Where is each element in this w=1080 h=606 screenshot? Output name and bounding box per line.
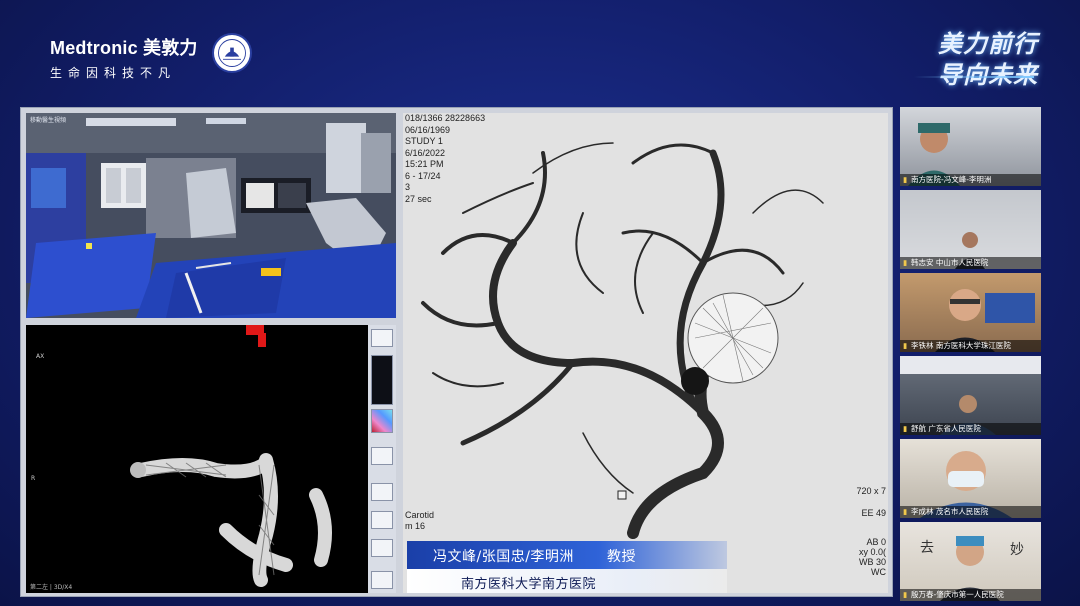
head-icon-button[interactable] <box>371 511 393 529</box>
participant-name: 李铁林 南方医科大学珠江医院 <box>911 341 1011 350</box>
svg-text:妙: 妙 <box>1010 542 1024 558</box>
dsa-meta-line: 15:21 PM <box>405 159 444 169</box>
participant-name-tag: ▮ 南方医院-冯文峰-李明洲 <box>900 174 1041 186</box>
dsa-window-line: AB 0 <box>866 537 886 547</box>
slogan-line-1: 美力前行 <box>938 30 1038 58</box>
participant-tile[interactable]: 去 妙 ▮ 殷万春-肇庆市第一人民医院 <box>900 522 1041 601</box>
dsa-patient-metadata: 018/1366 28228663 06/16/1969 STUDY 1 6/1… <box>405 113 485 205</box>
dsa-window-line: WC <box>871 567 886 577</box>
speaker-caption: 冯文峰/张国忠/李明洲 教授 南方医科大学南方医院 <box>407 541 727 593</box>
pin-icon: ▮ <box>903 341 908 350</box>
brand-name: Medtronic 美敦力 <box>50 38 198 58</box>
participant-name-tag: ▮ 韩志安 中山市人民医院 <box>900 257 1041 269</box>
participant-name-tag: ▮ 李铁林 南方医科大学珠江医院 <box>900 340 1041 352</box>
pin-icon: ▮ <box>903 258 908 267</box>
angiography-view[interactable]: 018/1366 28228663 06/16/1969 STUDY 1 6/1… <box>403 113 888 593</box>
participant-name: 舒航 广东省人民医院 <box>911 424 981 433</box>
main-video-frame: 移動醫生視頻 AX R 第二左 | 3D/X4 018/1366 2822866… <box>20 107 893 597</box>
speaker-names: 冯文峰/张国忠/李明洲 <box>433 549 574 565</box>
bulb-icon-button[interactable] <box>371 483 393 501</box>
participant-tile[interactable]: ▮ 李铁林 南方医科大学珠江医院 <box>900 273 1041 352</box>
dsa-ee-value: EE 49 <box>861 508 886 518</box>
operating-room-scene <box>26 113 396 318</box>
participant-name: 韩志安 中山市人民医院 <box>911 258 989 267</box>
dsa-meta-line: 06/16/1969 <box>405 124 451 135</box>
dsa-meta-line: 27 sec <box>405 193 432 204</box>
event-slogan: 美力前行 导向未来 <box>938 24 1038 90</box>
or-camera-label: 移動醫生視頻 <box>30 117 67 124</box>
view-cube-button[interactable] <box>371 329 393 347</box>
dsa-meta-line: 018/1366 28228663 <box>405 113 486 123</box>
participant-name-tag: ▮ 李成林 茂名市人民医院 <box>900 506 1041 518</box>
dsa-meta-line: STUDY 1 <box>405 136 443 146</box>
viewer-toolbar <box>368 325 396 593</box>
university-seal-icon <box>212 33 252 73</box>
dsa-window-line: WB 30 <box>858 557 886 567</box>
lighting-button[interactable] <box>371 447 393 465</box>
pin-icon: ▮ <box>903 590 908 599</box>
layout-button[interactable] <box>371 539 393 557</box>
participant-tile[interactable]: ▮ 李成林 茂名市人民医院 <box>900 439 1041 518</box>
participant-tile[interactable]: ▮ 舒航 广东省人民医院 <box>900 356 1041 435</box>
pin-icon: ▮ <box>903 507 908 516</box>
svg-text:去: 去 <box>920 540 934 556</box>
slogan-underline <box>914 76 1034 78</box>
dsa-series-label: Carotid m 16 <box>405 510 434 532</box>
brand-logo: Medtronic 美敦力 生命因科技不凡 <box>50 34 198 81</box>
color-map-button[interactable] <box>371 409 393 433</box>
dsa-meta-line: 3 <box>405 182 411 192</box>
dsa-series-line: Carotid <box>405 510 435 520</box>
export-button[interactable] <box>371 571 393 589</box>
recon-status-text: 第二左 | 3D/X4 <box>30 584 73 591</box>
participant-name: 殷万春-肇庆市第一人民医院 <box>911 590 1004 599</box>
pin-icon: ▮ <box>903 175 908 184</box>
dsa-window-values: AB 0 xy 0.0( WB 30 WC <box>859 537 886 577</box>
dsa-series-line: m 16 <box>405 521 426 531</box>
slogan-line-2: 导向未来 <box>938 61 1038 89</box>
speaker-title: 教授 <box>607 549 636 565</box>
participant-list: ▮ 南方医院-冯文峰-李明洲 ▮ 韩志安 中山市人民医院 ▮ 李铁林 南方医科大学珠江… <box>900 107 1041 605</box>
speaker-organization: 南方医科大学南方医院 <box>461 577 597 592</box>
dsa-meta-line: 6/16/2022 <box>405 147 446 158</box>
dsa-window-line: xy 0.0( <box>858 547 886 557</box>
participant-name: 李成林 茂名市人民医院 <box>911 507 989 516</box>
dsa-matrix-size: 720 x 7 <box>856 486 886 496</box>
participant-name: 南方医院-冯文峰-李明洲 <box>911 175 992 184</box>
3d-reconstruction-view[interactable]: AX R 第二左 | 3D/X4 <box>26 325 396 593</box>
participant-tile[interactable]: ▮ 南方医院-冯文峰-李明洲 <box>900 107 1041 186</box>
participant-name-tag: ▮ 殷万春-肇庆市第一人民医院 <box>900 589 1041 601</box>
preview-thumbnail[interactable] <box>371 355 393 405</box>
pin-icon: ▮ <box>903 424 908 433</box>
stent-3d-render <box>130 325 332 587</box>
operating-room-video[interactable]: 移動醫生視頻 <box>26 113 396 318</box>
participant-name-tag: ▮ 舒航 广东省人民医院 <box>900 423 1041 435</box>
brand-tagline: 生命因科技不凡 <box>50 66 177 80</box>
dsa-meta-line: 6 - 17/24 <box>405 170 441 181</box>
participant-tile[interactable]: ▮ 韩志安 中山市人民医院 <box>900 190 1041 269</box>
